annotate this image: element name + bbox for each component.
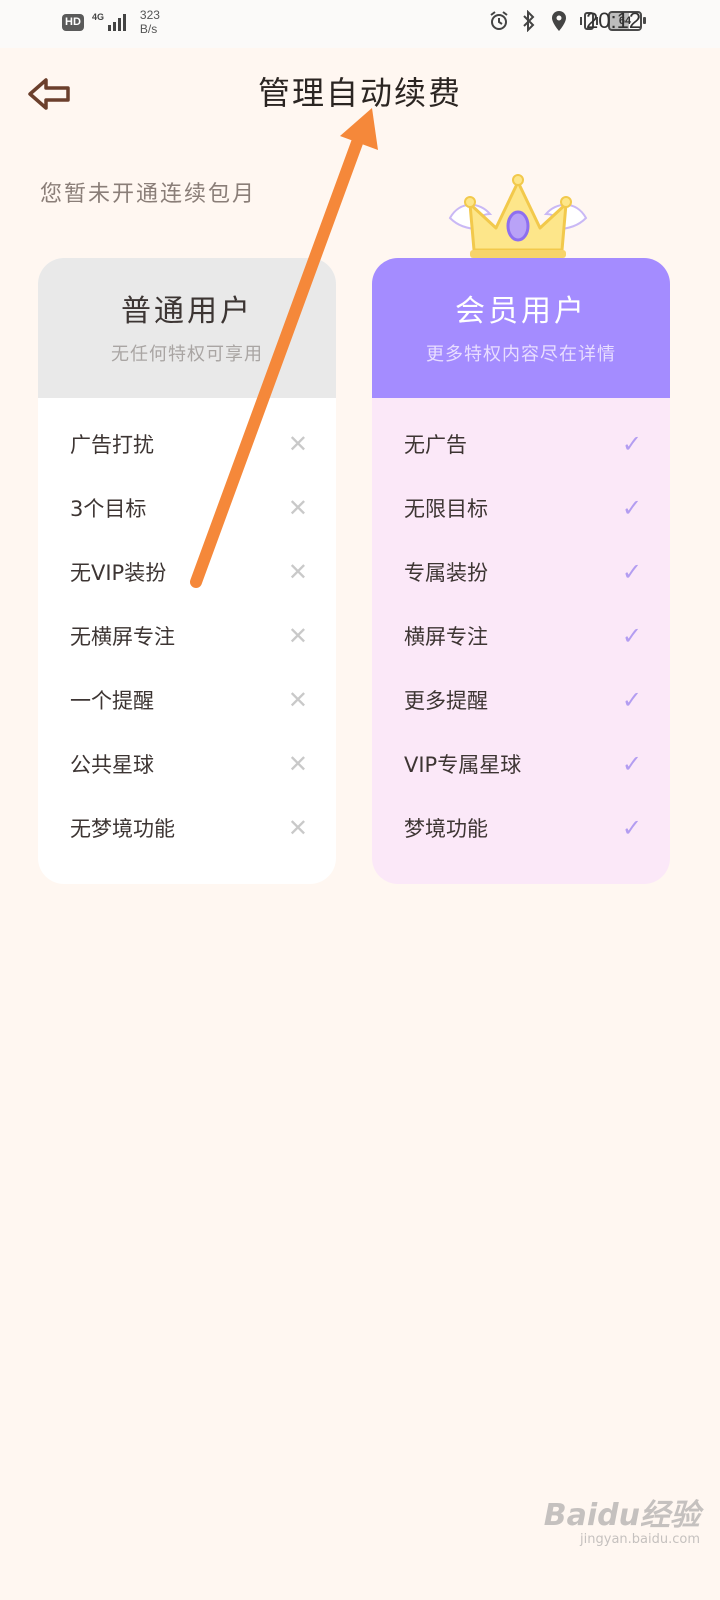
list-item: 无横屏专注 ✕ bbox=[70, 622, 308, 650]
basic-plan-header: 普通用户 无任何特权可享用 bbox=[38, 258, 336, 398]
check-icon: ✓ bbox=[621, 814, 642, 842]
check-icon: ✓ bbox=[621, 686, 642, 714]
close-icon: ✕ bbox=[287, 494, 308, 522]
location-icon bbox=[548, 10, 570, 32]
close-icon: ✕ bbox=[287, 686, 308, 714]
close-icon: ✕ bbox=[287, 622, 308, 650]
bluetooth-icon bbox=[518, 10, 540, 32]
status-bar: HD 4G 323 B/s 64 20:12 bbox=[0, 0, 720, 48]
vip-feature-list: 无广告 ✓ 无限目标 ✓ 专属装扮 ✓ 横屏专注 ✓ 更多提醒 ✓ VIP专属星球 ✓ 梦境… bbox=[372, 398, 670, 860]
vip-plan-card[interactable]: 会员用户 更多特权内容尽在详情 无广告 ✓ 无限目标 ✓ 专属装扮 ✓ 横屏专注 ✓ 更… bbox=[372, 258, 670, 884]
list-item: 无广告 ✓ bbox=[404, 430, 642, 458]
list-item: 无VIP装扮 ✕ bbox=[70, 558, 308, 586]
clock: 20:12 bbox=[586, 8, 642, 33]
alarm-icon bbox=[488, 10, 510, 32]
list-item: 公共星球 ✕ bbox=[70, 750, 308, 778]
crown-icon bbox=[448, 174, 588, 258]
vip-plan-title: 会员用户 bbox=[455, 294, 587, 329]
subscription-status-text: 您暂未开通连续包月 bbox=[40, 182, 257, 207]
watermark: Baidu经验 jingyan.baidu.com bbox=[540, 1490, 700, 1547]
list-item: 横屏专注 ✓ bbox=[404, 622, 642, 650]
vip-plan-subtitle: 更多特权内容尽在详情 bbox=[426, 344, 616, 365]
list-item: 梦境功能 ✓ bbox=[404, 814, 642, 842]
check-icon: ✓ bbox=[621, 558, 642, 586]
basic-plan-title: 普通用户 bbox=[121, 294, 253, 329]
svg-text:4G: 4G bbox=[92, 12, 104, 22]
list-item: 一个提醒 ✕ bbox=[70, 686, 308, 714]
list-item: VIP专属星球 ✓ bbox=[404, 750, 642, 778]
list-item: 3个目标 ✕ bbox=[70, 494, 308, 522]
list-item: 无梦境功能 ✕ bbox=[70, 814, 308, 842]
signal-icon: 4G bbox=[92, 11, 132, 33]
list-item: 更多提醒 ✓ bbox=[404, 686, 642, 714]
hd-badge: HD bbox=[62, 13, 84, 31]
check-icon: ✓ bbox=[621, 750, 642, 778]
basic-plan-card: 普通用户 无任何特权可享用 广告打扰 ✕ 3个目标 ✕ 无VIP装扮 ✕ 无横屏专注 ✕… bbox=[38, 258, 336, 884]
list-item: 无限目标 ✓ bbox=[404, 494, 642, 522]
basic-feature-list: 广告打扰 ✕ 3个目标 ✕ 无VIP装扮 ✕ 无横屏专注 ✕ 一个提醒 ✕ 公共星球 ✕ 无… bbox=[38, 398, 336, 860]
close-icon: ✕ bbox=[287, 558, 308, 586]
close-icon: ✕ bbox=[287, 430, 308, 458]
close-icon: ✕ bbox=[287, 814, 308, 842]
close-icon: ✕ bbox=[287, 750, 308, 778]
basic-plan-subtitle: 无任何特权可享用 bbox=[111, 344, 263, 365]
network-speed: 323 B/s bbox=[139, 8, 160, 36]
check-icon: ✓ bbox=[621, 494, 642, 522]
check-icon: ✓ bbox=[621, 430, 642, 458]
watermark-url: jingyan.baidu.com bbox=[580, 1532, 700, 1547]
check-icon: ✓ bbox=[621, 622, 642, 650]
page-title: 管理自动续费 bbox=[257, 74, 462, 112]
list-item: 广告打扰 ✕ bbox=[70, 430, 308, 458]
watermark-brand: Baidu经验 bbox=[543, 1498, 700, 1533]
vip-plan-header: 会员用户 更多特权内容尽在详情 bbox=[372, 258, 670, 398]
list-item: 专属装扮 ✓ bbox=[404, 558, 642, 586]
